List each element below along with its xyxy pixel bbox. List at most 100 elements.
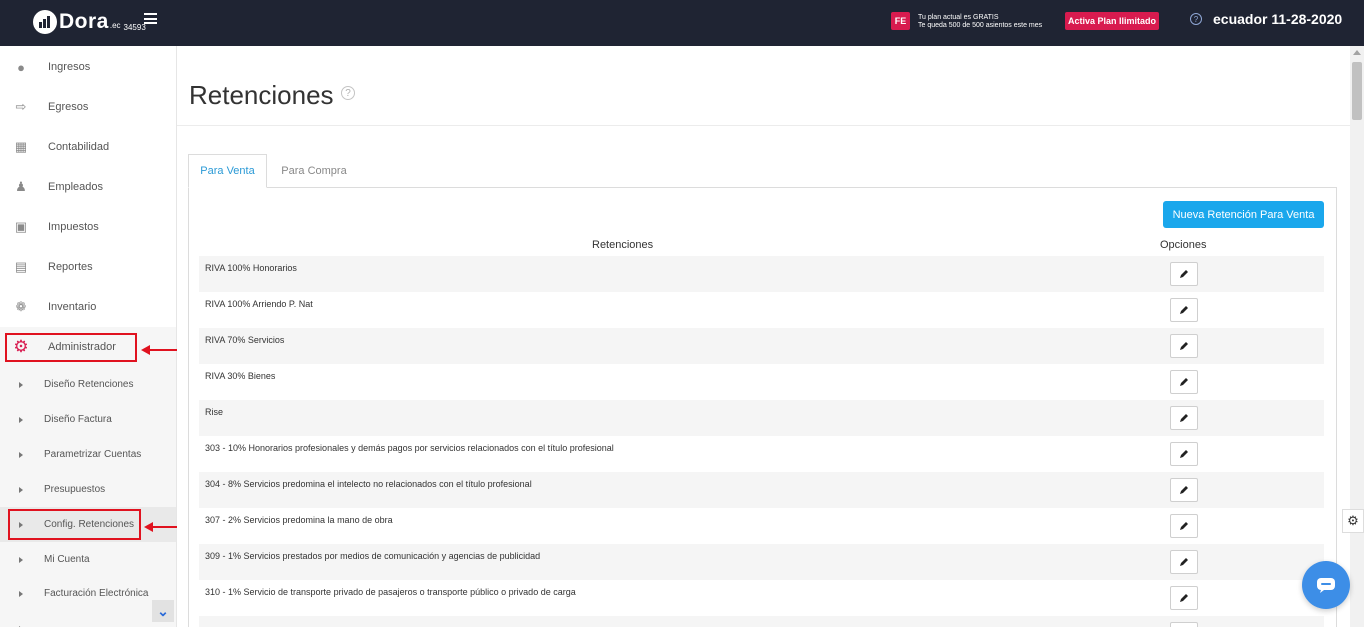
table-row: RIVA 30% Bienes xyxy=(199,364,1324,400)
edit-button[interactable] xyxy=(1170,586,1198,610)
table-row: RIVA 70% Servicios xyxy=(199,328,1324,364)
column-header-retenciones: Retenciones xyxy=(592,239,654,251)
retention-name: RIVA 100% Arriendo P. Nat xyxy=(205,299,313,309)
retention-name: 303 - 10% Honorarios profesionales y dem… xyxy=(205,443,614,453)
table-row: 310 - 1% Servicio de transporte privado … xyxy=(199,580,1324,616)
retention-name: RIVA 30% Bienes xyxy=(205,371,276,381)
sidebar-item-ingresos[interactable]: ● Ingresos xyxy=(0,47,176,87)
pencil-icon xyxy=(1180,306,1188,314)
activate-plan-button[interactable]: Activa Plan Ilimitado xyxy=(1065,12,1159,30)
sidebar-item-empleados[interactable]: ♟ Empleados xyxy=(0,167,176,207)
subitem-label: Diseño Retenciones xyxy=(44,379,134,390)
caret-right-icon xyxy=(19,451,23,458)
sidebar-item-label: Contabilidad xyxy=(48,141,110,153)
pencil-icon xyxy=(1180,342,1188,350)
caret-right-icon xyxy=(19,590,23,597)
pencil-icon xyxy=(1180,522,1188,530)
edit-button[interactable] xyxy=(1170,550,1198,574)
sidebar-item-label: Impuestos xyxy=(48,221,99,233)
pencil-icon xyxy=(1180,594,1188,602)
edit-button[interactable] xyxy=(1170,298,1198,322)
account-number: 34593 xyxy=(123,23,146,32)
edit-button[interactable] xyxy=(1170,622,1198,627)
subitem-presupuestos[interactable]: Presupuestos xyxy=(0,472,176,507)
table-row: Rise xyxy=(199,400,1324,436)
country-date: ecuador 11-28-2020 xyxy=(1213,11,1343,27)
subitem-diseno-factura[interactable]: Diseño Factura xyxy=(0,402,176,437)
scroll-down-icon[interactable]: ⌄ xyxy=(152,600,174,622)
column-header-opciones: Opciones xyxy=(1160,239,1207,251)
scroll-thumb[interactable] xyxy=(1352,62,1362,120)
table-row: 309 - 1% Servicios prestados por medios … xyxy=(199,544,1324,580)
pencil-icon xyxy=(1180,450,1188,458)
report-icon: ▤ xyxy=(14,259,28,274)
edit-button[interactable] xyxy=(1170,406,1198,430)
sidebar-item-label: Empleados xyxy=(48,181,104,193)
table-row: 307 - 2% Servicios predomina la mano de … xyxy=(199,508,1324,544)
retention-name: RIVA 70% Servicios xyxy=(205,335,285,345)
pencil-icon xyxy=(1180,414,1188,422)
edit-button[interactable] xyxy=(1170,334,1198,358)
subitem-mi-cuenta[interactable]: Mi Cuenta xyxy=(0,542,176,577)
sidebar-item-impuestos[interactable]: ▣ Impuestos xyxy=(0,207,176,247)
top-bar: Dora .ec 34593 FE Tu plan actual es GRAT… xyxy=(0,0,1364,46)
logo-chart-icon xyxy=(33,10,57,34)
annotation-box-administrador xyxy=(5,333,137,362)
subitem-partial[interactable] xyxy=(0,611,176,627)
caret-right-icon xyxy=(19,556,23,563)
subitem-label: Mi Cuenta xyxy=(44,554,90,565)
edit-button[interactable] xyxy=(1170,262,1198,286)
sidebar-item-inventario[interactable]: ❁ Inventario xyxy=(0,287,176,327)
subitem-label: Facturación Electrónica xyxy=(44,588,149,599)
retention-name: 304 - 8% Servicios predomina el intelect… xyxy=(205,479,532,489)
caret-right-icon xyxy=(19,486,23,493)
sidebar-item-contabilidad[interactable]: ▦ Contabilidad xyxy=(0,127,176,167)
logo-suffix: .ec xyxy=(109,21,121,30)
subitem-facturacion-electronica[interactable]: Facturación Electrónica xyxy=(0,576,176,611)
edit-button[interactable] xyxy=(1170,442,1198,466)
subitem-diseno-retenciones[interactable]: Diseño Retenciones xyxy=(0,367,176,402)
page-scrollbar[interactable] xyxy=(1350,46,1364,627)
help-icon[interactable]: ? xyxy=(1190,13,1202,25)
table-row xyxy=(199,616,1324,627)
plan-line-1: Tu plan actual es GRATIS xyxy=(918,14,999,21)
retention-name: 307 - 2% Servicios predomina la mano de … xyxy=(205,515,393,525)
menu-toggle-icon[interactable] xyxy=(144,13,157,24)
tab-para-compra[interactable]: Para Compra xyxy=(267,154,361,188)
tax-icon: ▣ xyxy=(14,219,28,234)
subitem-label: Presupuestos xyxy=(44,484,106,495)
sidebar-item-reportes[interactable]: ▤ Reportes xyxy=(0,247,176,287)
new-retention-button[interactable]: Nueva Retención Para Venta xyxy=(1163,201,1324,228)
settings-gear-icon[interactable]: ⚙ xyxy=(1342,509,1364,533)
sidebar-item-label: Ingresos xyxy=(48,61,91,73)
plan-line-2: Te queda 500 de 500 asientos este mes xyxy=(918,22,1043,29)
pencil-icon xyxy=(1180,378,1188,386)
dora-logo[interactable]: Dora .ec 34593 xyxy=(33,10,146,34)
help-icon[interactable]: ? xyxy=(341,86,355,100)
pencil-icon xyxy=(1180,270,1188,278)
people-icon: ♟ xyxy=(15,179,27,194)
caret-right-icon xyxy=(19,381,23,388)
edit-button[interactable] xyxy=(1170,514,1198,538)
subitem-label: Parametrizar Cuentas xyxy=(44,449,142,460)
sidebar-item-egresos[interactable]: ⇨ Egresos xyxy=(0,87,176,127)
money-out-icon: ⇨ xyxy=(15,99,27,114)
table-row: 303 - 10% Honorarios profesionales y dem… xyxy=(199,436,1324,472)
calculator-icon: ▦ xyxy=(14,139,28,154)
caret-right-icon xyxy=(19,416,23,423)
retention-name: RIVA 100% Honorarios xyxy=(205,263,297,273)
pencil-icon xyxy=(1180,558,1188,566)
retention-name: Rise xyxy=(205,407,224,417)
pencil-icon xyxy=(1180,486,1188,494)
edit-button[interactable] xyxy=(1170,478,1198,502)
annotation-box-config-retenciones xyxy=(8,509,141,540)
edit-button[interactable] xyxy=(1170,370,1198,394)
retention-name: 310 - 1% Servicio de transporte privado … xyxy=(205,587,576,597)
retention-name: 309 - 1% Servicios prestados por medios … xyxy=(205,551,541,561)
subitem-parametrizar-cuentas[interactable]: Parametrizar Cuentas xyxy=(0,437,176,472)
sidebar-item-label: Reportes xyxy=(48,261,93,273)
tab-para-venta[interactable]: Para Venta xyxy=(188,154,267,188)
scroll-up-arrow-icon[interactable] xyxy=(1353,50,1361,55)
chat-icon[interactable] xyxy=(1302,561,1350,609)
table-row: RIVA 100% Arriendo P. Nat xyxy=(199,292,1324,328)
